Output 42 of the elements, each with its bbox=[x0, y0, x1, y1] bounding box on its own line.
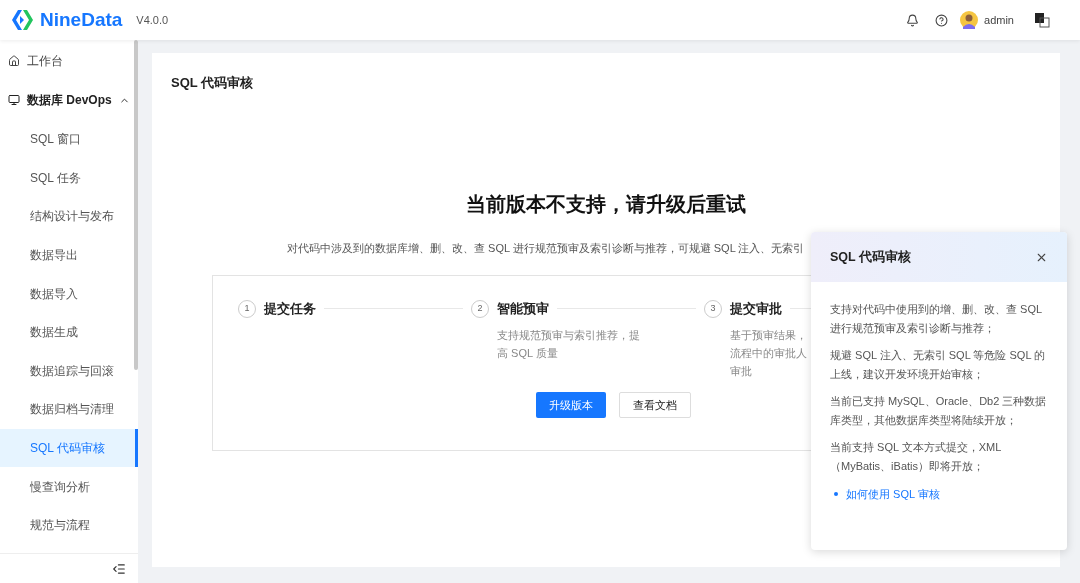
sidebar-group[interactable]: 数据库 DevOps bbox=[0, 80, 138, 120]
panel-paragraph: 规避 SQL 注入、无索引 SQL 等危险 SQL 的上线，建议开发环境开始审核； bbox=[830, 348, 1047, 382]
step-title: 提交审批 bbox=[730, 300, 782, 318]
language-icon[interactable] bbox=[1034, 12, 1050, 28]
bell-icon[interactable] bbox=[906, 13, 920, 27]
sidebar-item[interactable]: SQL 代码审核 bbox=[0, 428, 138, 468]
page-title: SQL 代码审核 bbox=[171, 74, 255, 92]
sidebar-item[interactable]: 数据导入 bbox=[0, 274, 138, 313]
logo-icon bbox=[10, 8, 36, 32]
collapse-menu-icon[interactable] bbox=[112, 561, 126, 576]
sidebar-item[interactable]: 工作台 bbox=[0, 42, 138, 80]
sidebar-item[interactable]: 数据追踪与回滚 bbox=[0, 351, 138, 391]
version-label: V4.0.0 bbox=[136, 12, 169, 28]
user-name[interactable]: admin bbox=[984, 11, 1014, 29]
upgrade-button[interactable]: 升级版本 bbox=[536, 392, 606, 418]
help-icon[interactable] bbox=[935, 13, 949, 27]
panel-paragraph: 当前已支持 MySQL、Oracle、Db2 三种数据库类型，其他数据库类型将陆续开放； bbox=[830, 394, 1048, 428]
bullet-icon bbox=[834, 492, 838, 497]
sidebar-item[interactable]: 结构设计与发布 bbox=[0, 197, 138, 236]
upgrade-heading: 当前版本不支持，请升级后重试 bbox=[465, 191, 747, 217]
sidebar-item[interactable]: 慢查询分析 bbox=[0, 467, 138, 506]
step-description: 支持规范预审与索引推荐，提 高 SQL 质量 bbox=[497, 328, 640, 362]
sidebar-item[interactable]: SQL 窗口 bbox=[0, 120, 138, 159]
help-link[interactable]: 如何使用 SQL 审核 bbox=[846, 486, 940, 503]
avatar-icon bbox=[960, 11, 979, 29]
sidebar-item[interactable]: SQL 任务 bbox=[0, 158, 138, 198]
scrollbar[interactable] bbox=[134, 40, 138, 370]
sidebar-item[interactable]: 数据导出 bbox=[0, 235, 138, 275]
sidebar-item[interactable]: 规范与流程 bbox=[0, 505, 138, 545]
monitor-icon bbox=[8, 94, 20, 106]
panel-title: SQL 代码审核 bbox=[830, 248, 911, 266]
home-icon bbox=[8, 55, 20, 67]
panel-paragraph: 支持对代码中使用到的增、删、改、查 SQL 进行规范预审及索引诊断与推荐； bbox=[830, 302, 1043, 336]
brand-name: NineData bbox=[40, 7, 123, 32]
step-title: 提交任务 bbox=[264, 300, 316, 318]
docs-button[interactable]: 查看文档 bbox=[619, 392, 691, 418]
feature-description: 对代码中涉及到的数据库增、删、改、查 SQL 进行规范预审及索引诊断与推荐，可规避 SQL 注入、无索引 bbox=[287, 241, 805, 254]
sidebar-item[interactable]: 数据归档与清理 bbox=[0, 390, 138, 429]
step-title: 智能预审 bbox=[497, 300, 549, 318]
sidebar-item[interactable]: 数据生成 bbox=[0, 312, 138, 352]
panel-paragraph: 当前支持 SQL 文本方式提交，XML（MyBatis、iBatis）即将开放； bbox=[830, 440, 1003, 474]
step-description: 基于预审结果， 流程中的审批人 审批 bbox=[730, 328, 807, 380]
